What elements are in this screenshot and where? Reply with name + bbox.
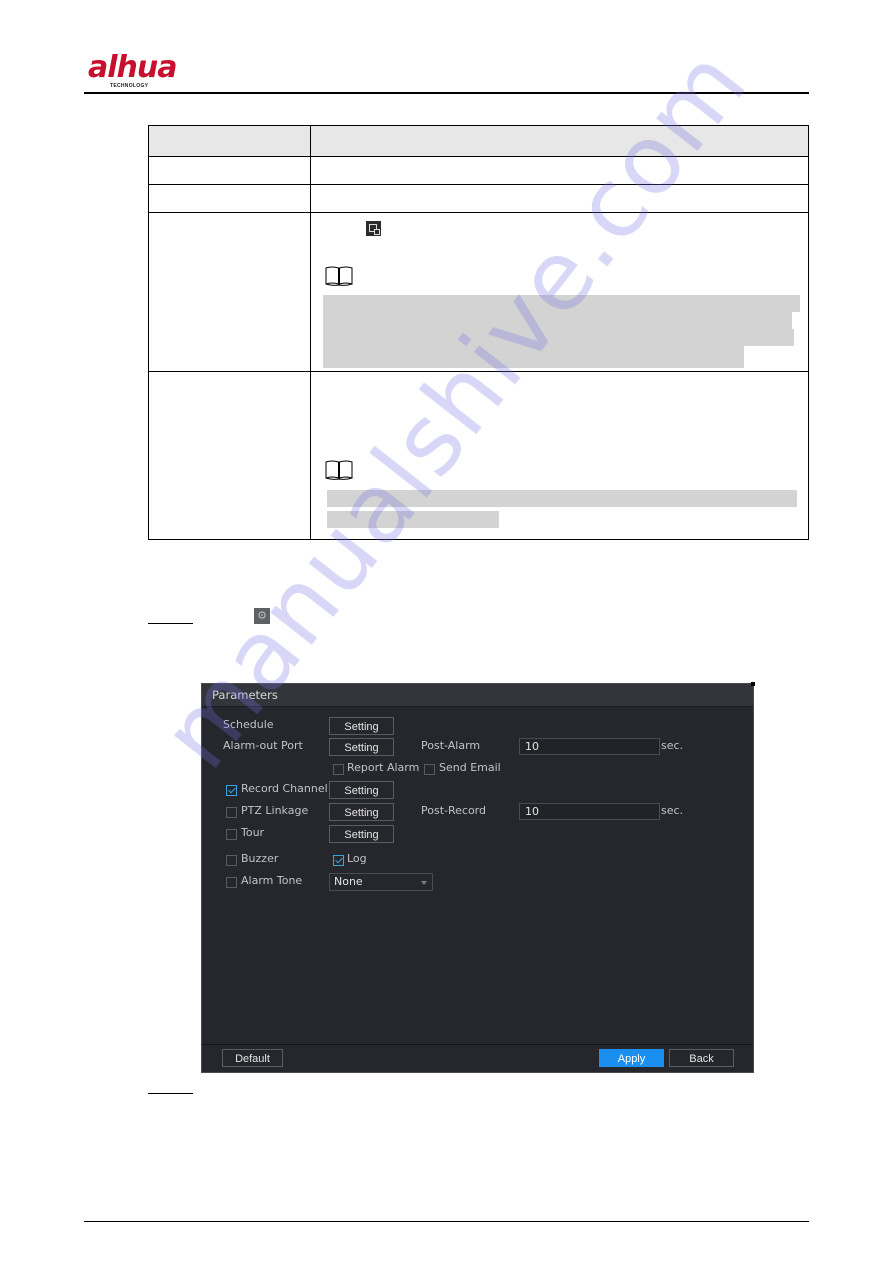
alarm-out-port-label: Alarm-out Port: [223, 739, 303, 752]
tour-label: Tour: [241, 826, 265, 839]
schedule-setting-button[interactable]: Setting: [329, 717, 394, 735]
step-label-underline: [148, 623, 193, 624]
dialog-footer: Default Apply Back: [202, 1044, 753, 1072]
send-email-label: Send Email: [439, 761, 501, 774]
send-email-checkbox[interactable]: [424, 764, 435, 775]
table-row: [148, 156, 809, 185]
table-row: [148, 184, 809, 213]
logo-wordmark: alhua: [88, 50, 177, 85]
logo-subtext: TECHNOLOGY: [110, 83, 149, 89]
table-header-row: [148, 125, 809, 157]
note-highlight-line: [323, 346, 744, 368]
table-row: [148, 371, 809, 540]
post-record-unit: sec.: [661, 804, 684, 817]
parameters-dialog: Parameters Schedule Setting Alarm-out Po…: [201, 682, 755, 1073]
ptz-linkage-checkbox[interactable]: [226, 807, 237, 818]
record-channel-checkbox[interactable]: [226, 785, 237, 796]
table-header-parameter: [148, 125, 311, 157]
table-cell-parameter: [148, 371, 311, 540]
note-highlight-line: [327, 490, 797, 507]
post-record-label: Post-Record: [421, 804, 486, 817]
header-divider: [84, 92, 809, 94]
table-cell-description: [310, 371, 809, 540]
parameter-table: [148, 125, 809, 540]
record-channel-setting-button[interactable]: Setting: [329, 781, 394, 799]
buzzer-label: Buzzer: [241, 852, 279, 865]
note-highlight-line: [323, 329, 794, 346]
chevron-down-icon: [421, 881, 427, 885]
copy-icon: [366, 221, 381, 236]
alarm-out-port-setting-button[interactable]: Setting: [329, 738, 394, 756]
table-cell-parameter: [148, 212, 311, 372]
buzzer-checkbox[interactable]: [226, 855, 237, 866]
log-checkbox[interactable]: [333, 855, 344, 866]
book-note-icon: [325, 460, 353, 480]
table-cell-parameter: [148, 156, 311, 185]
alarm-tone-selected-value: None: [334, 875, 363, 888]
alarm-tone-checkbox[interactable]: [226, 877, 237, 888]
report-alarm-label: Report Alarm: [347, 761, 420, 774]
record-channel-label: Record Channel: [241, 782, 328, 795]
note-highlight-line: [323, 312, 792, 329]
gear-icon: ⚙: [254, 608, 270, 624]
apply-button[interactable]: Apply: [599, 1049, 664, 1067]
table-header-description: [310, 125, 809, 157]
log-label: Log: [347, 852, 367, 865]
table-cell-description: [310, 212, 809, 372]
post-alarm-unit: sec.: [661, 739, 684, 752]
ptz-linkage-label: PTZ Linkage: [241, 804, 309, 817]
post-alarm-label: Post-Alarm: [421, 739, 481, 752]
dahua-logo: alhua TECHNOLOGY: [88, 52, 188, 90]
alarm-tone-label: Alarm Tone: [241, 874, 303, 887]
alarm-tone-select[interactable]: None: [329, 873, 433, 891]
table-cell-parameter: [148, 184, 311, 213]
report-alarm-checkbox[interactable]: [333, 764, 344, 775]
note-highlight-line: [323, 295, 800, 312]
table-cell-description: [310, 184, 809, 213]
post-record-input[interactable]: 10: [519, 803, 660, 820]
note-highlight-line: [327, 511, 499, 528]
tour-checkbox[interactable]: [226, 829, 237, 840]
book-note-icon: [325, 266, 353, 286]
table-cell-description: [310, 156, 809, 185]
post-alarm-input[interactable]: 10: [519, 738, 660, 755]
tour-setting-button[interactable]: Setting: [329, 825, 394, 843]
schedule-label: Schedule: [223, 718, 274, 731]
back-button[interactable]: Back: [669, 1049, 734, 1067]
ptz-linkage-setting-button[interactable]: Setting: [329, 803, 394, 821]
default-button[interactable]: Default: [222, 1049, 283, 1067]
dialog-title: Parameters: [202, 684, 753, 707]
footer-divider: [84, 1221, 809, 1222]
step-label-underline: [148, 1093, 193, 1094]
corner-marker: [751, 682, 755, 686]
table-row: [148, 212, 809, 372]
